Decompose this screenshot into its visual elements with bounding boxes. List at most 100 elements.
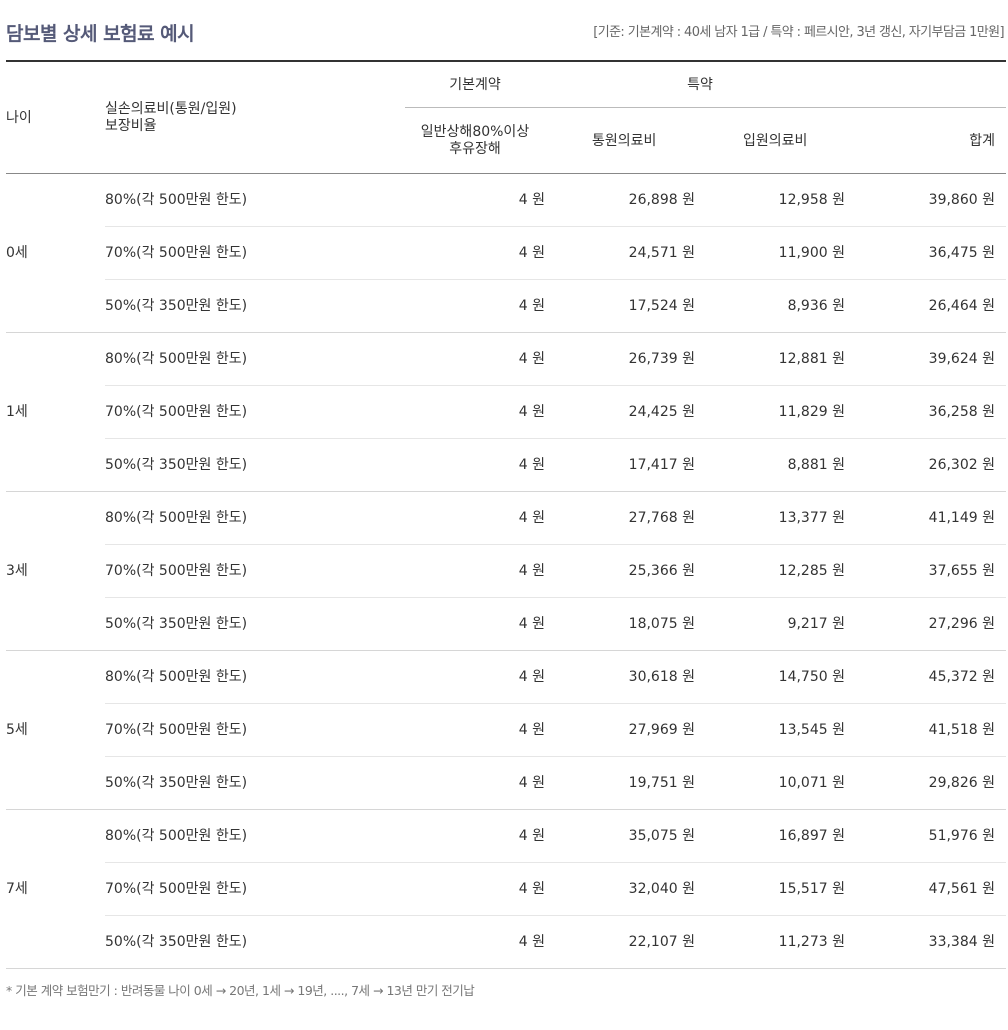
total-premium: 37,655 원 <box>928 563 995 579</box>
header-group-rule <box>405 107 1006 108</box>
inpatient-premium: 12,881 원 <box>778 351 845 367</box>
premium-table-body: 0세 80%(각 500만원 한도) 4 원 26,898 원 12,958 원… <box>6 174 1006 969</box>
coverage-ratio: 50%(각 350만원 한도) <box>105 775 248 791</box>
maturity-footnote: * 기본 계약 보험만기 : 반려동물 나이 0세 → 20년, 1세 → 19… <box>6 983 475 998</box>
inpatient-premium: 16,897 원 <box>778 828 845 844</box>
coverage-ratio: 50%(각 350만원 한도) <box>105 616 248 632</box>
outpatient-premium: 35,075 원 <box>628 828 695 844</box>
page-title: 담보별 상세 보험료 예시 <box>6 23 195 45</box>
age-label: 1세 <box>6 404 28 420</box>
coverage-ratio: 50%(각 350만원 한도) <box>105 298 248 314</box>
coverage-ratio: 70%(각 500만원 한도) <box>105 563 248 579</box>
coverage-ratio: 80%(각 500만원 한도) <box>105 510 248 526</box>
injury-premium: 4 원 <box>518 192 545 208</box>
table-row: 80%(각 500만원 한도) 4 원 26,739 원 12,881 원 39… <box>105 333 1006 386</box>
inpatient-premium: 8,881 원 <box>787 457 845 473</box>
table-row: 50%(각 350만원 한도) 4 원 22,107 원 11,273 원 33… <box>105 916 1006 969</box>
total-premium: 29,826 원 <box>928 775 995 791</box>
total-premium: 47,561 원 <box>928 881 995 897</box>
table-row: 80%(각 500만원 한도) 4 원 30,618 원 14,750 원 45… <box>105 651 1006 704</box>
total-premium: 41,149 원 <box>928 510 995 526</box>
table-row: 70%(각 500만원 한도) 4 원 25,366 원 12,285 원 37… <box>105 545 1006 598</box>
table-row: 50%(각 350만원 한도) 4 원 17,524 원 8,936 원 26,… <box>105 280 1006 333</box>
coverage-ratio: 80%(각 500만원 한도) <box>105 669 248 685</box>
coverage-ratio: 80%(각 500만원 한도) <box>105 828 248 844</box>
total-premium: 51,976 원 <box>928 828 995 844</box>
inpatient-premium: 10,071 원 <box>778 775 845 791</box>
inpatient-premium: 12,958 원 <box>778 192 845 208</box>
injury-premium: 4 원 <box>518 510 545 526</box>
injury-premium: 4 원 <box>518 457 545 473</box>
total-premium: 45,372 원 <box>928 669 995 685</box>
injury-premium: 4 원 <box>518 616 545 632</box>
outpatient-premium: 19,751 원 <box>628 775 695 791</box>
injury-premium: 4 원 <box>518 881 545 897</box>
injury-premium: 4 원 <box>518 563 545 579</box>
outpatient-premium: 27,969 원 <box>628 722 695 738</box>
injury-premium: 4 원 <box>518 669 545 685</box>
coverage-ratio: 70%(각 500만원 한도) <box>105 245 248 261</box>
age-label: 3세 <box>6 563 28 579</box>
age-label: 0세 <box>6 245 28 261</box>
injury-premium: 4 원 <box>518 775 545 791</box>
total-premium: 39,624 원 <box>928 351 995 367</box>
coverage-ratio: 80%(각 500만원 한도) <box>105 192 248 208</box>
header-total: 합계 <box>969 133 995 149</box>
age-group: 5세 80%(각 500만원 한도) 4 원 30,618 원 14,750 원… <box>6 651 1006 810</box>
injury-premium: 4 원 <box>518 722 545 738</box>
injury-premium: 4 원 <box>518 298 545 314</box>
inpatient-premium: 13,377 원 <box>778 510 845 526</box>
injury-premium: 4 원 <box>518 404 545 420</box>
table-row: 80%(각 500만원 한도) 4 원 35,075 원 16,897 원 51… <box>105 810 1006 863</box>
table-row: 70%(각 500만원 한도) 4 원 24,425 원 11,829 원 36… <box>105 386 1006 439</box>
total-premium: 26,464 원 <box>928 298 995 314</box>
coverage-ratio: 50%(각 350만원 한도) <box>105 934 248 950</box>
header-injury: 일반상해80%이상 후유장해 <box>405 124 545 158</box>
outpatient-premium: 26,739 원 <box>628 351 695 367</box>
table-row: 50%(각 350만원 한도) 4 원 19,751 원 10,071 원 29… <box>105 757 1006 810</box>
header-injury-line1: 일반상해80%이상 <box>420 124 530 140</box>
injury-premium: 4 원 <box>518 245 545 261</box>
age-group: 0세 80%(각 500만원 한도) 4 원 26,898 원 12,958 원… <box>6 174 1006 333</box>
outpatient-premium: 30,618 원 <box>628 669 695 685</box>
age-group: 3세 80%(각 500만원 한도) 4 원 27,768 원 13,377 원… <box>6 492 1006 651</box>
total-premium: 27,296 원 <box>928 616 995 632</box>
coverage-ratio: 70%(각 500만원 한도) <box>105 881 248 897</box>
age-group: 1세 80%(각 500만원 한도) 4 원 26,739 원 12,881 원… <box>6 333 1006 492</box>
header-rider-group: 특약 <box>687 77 713 93</box>
total-premium: 26,302 원 <box>928 457 995 473</box>
injury-premium: 4 원 <box>518 351 545 367</box>
inpatient-premium: 14,750 원 <box>778 669 845 685</box>
table-row: 50%(각 350만원 한도) 4 원 17,417 원 8,881 원 26,… <box>105 439 1006 492</box>
coverage-ratio: 50%(각 350만원 한도) <box>105 457 248 473</box>
header-ratio: 실손의료비(통원/입원) 보장비율 <box>105 101 305 135</box>
coverage-ratio: 70%(각 500만원 한도) <box>105 404 248 420</box>
outpatient-premium: 26,898 원 <box>628 192 695 208</box>
table-row: 50%(각 350만원 한도) 4 원 18,075 원 9,217 원 27,… <box>105 598 1006 651</box>
header-injury-line2: 후유장해 <box>449 141 501 157</box>
outpatient-premium: 17,524 원 <box>628 298 695 314</box>
basis-note: [기준: 기본계약 : 40세 남자 1급 / 특약 : 페르시안, 3년 갱신… <box>593 25 1004 40</box>
inpatient-premium: 8,936 원 <box>787 298 845 314</box>
inpatient-premium: 11,900 원 <box>778 245 845 261</box>
inpatient-premium: 15,517 원 <box>778 881 845 897</box>
table-row: 70%(각 500만원 한도) 4 원 27,969 원 13,545 원 41… <box>105 704 1006 757</box>
outpatient-premium: 27,768 원 <box>628 510 695 526</box>
header-age: 나이 <box>6 110 32 126</box>
total-premium: 33,384 원 <box>928 934 995 950</box>
injury-premium: 4 원 <box>518 828 545 844</box>
total-premium: 36,475 원 <box>928 245 995 261</box>
total-premium: 36,258 원 <box>928 404 995 420</box>
outpatient-premium: 22,107 원 <box>628 934 695 950</box>
age-label: 5세 <box>6 722 28 738</box>
table-row: 80%(각 500만원 한도) 4 원 26,898 원 12,958 원 39… <box>105 174 1006 227</box>
age-group: 7세 80%(각 500만원 한도) 4 원 35,075 원 16,897 원… <box>6 810 1006 969</box>
table-row: 70%(각 500만원 한도) 4 원 24,571 원 11,900 원 36… <box>105 227 1006 280</box>
inpatient-premium: 9,217 원 <box>787 616 845 632</box>
injury-premium: 4 원 <box>518 934 545 950</box>
inpatient-premium: 11,829 원 <box>778 404 845 420</box>
total-premium: 39,860 원 <box>928 192 995 208</box>
header-ratio-line2: 보장비율 <box>105 118 157 134</box>
table-row: 70%(각 500만원 한도) 4 원 32,040 원 15,517 원 47… <box>105 863 1006 916</box>
header-inpatient: 입원의료비 <box>743 133 808 149</box>
